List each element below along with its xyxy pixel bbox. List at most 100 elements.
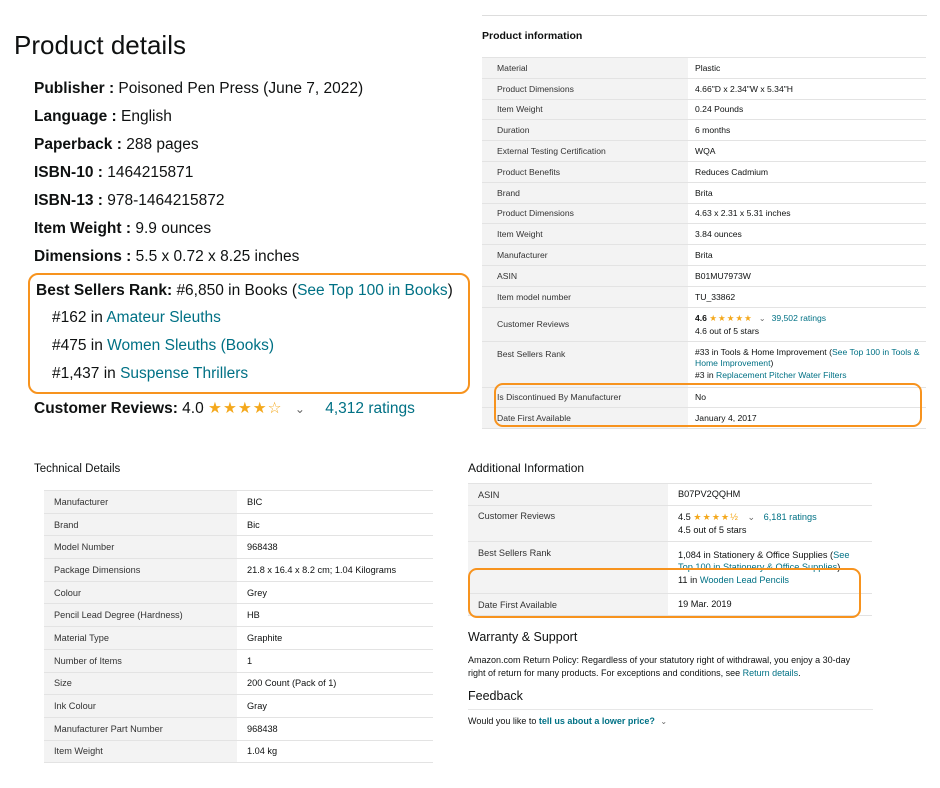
table-row: Item Weight 1.04 kg <box>44 739 433 764</box>
customer-reviews-value: 4.5 ★★★★½ ⌄ 6,181 ratings 4.5 out of 5 s… <box>668 505 872 542</box>
row-label: Size <box>44 671 237 695</box>
row-label: Product Dimensions <box>482 202 688 224</box>
category-link[interactable]: Suspense Thrillers <box>120 365 248 382</box>
customer-reviews-value: 4.6 ★★★★★ ⌄ 39,502 ratings 4.6 out of 5 sta… <box>688 306 926 342</box>
detail-value: 288 pages <box>126 136 199 153</box>
row-value: Graphite <box>237 626 433 650</box>
detail-label: Language <box>34 108 108 125</box>
chevron-down-icon[interactable]: ⌄ <box>759 314 766 323</box>
feedback-heading: Feedback <box>468 689 873 710</box>
row-label: Number of Items <box>44 648 237 672</box>
category-link[interactable]: Replacement Pitcher Water Filters <box>716 370 847 380</box>
out-of-stars: 4.6 out of 5 stars <box>695 325 760 336</box>
row-value: 19 Mar. 2019 <box>668 593 872 616</box>
table-row: Product Benefits Reduces Cadmium <box>482 160 926 183</box>
chevron-down-icon[interactable]: ⌄ <box>660 717 667 726</box>
chevron-down-icon[interactable]: ⌄ <box>295 402 305 416</box>
additional-information-panel: Additional Information ASIN B07PV2QQHM C… <box>468 461 873 726</box>
table-row: Manufacturer BIC <box>44 490 433 514</box>
detail-row: Dimensions : 5.5 x 0.72 x 8.25 inches <box>34 248 300 265</box>
star-rating-icon[interactable]: ★★★★½ <box>693 512 739 522</box>
see-top-100-books-link[interactable]: See Top 100 in Books <box>297 282 448 299</box>
return-policy-text: Amazon.com Return Policy: Regardless of … <box>468 655 851 678</box>
sub-rank: #162 in <box>52 309 103 326</box>
ratings-count-link[interactable]: 39,502 ratings <box>772 313 826 323</box>
table-row: Package Dimensions 21.8 x 16.4 x 8.2 cm; … <box>44 558 433 582</box>
row-value: Reduces Cadmium <box>688 160 926 183</box>
row-value: Plastic <box>688 57 926 79</box>
row-value: B07PV2QQHM <box>668 483 872 506</box>
row-label: Manufacturer Part Number <box>44 716 237 741</box>
category-link[interactable]: Women Sleuths (Books) <box>107 337 274 354</box>
detail-label: Publisher <box>34 80 105 97</box>
table-row: Material Type Graphite <box>44 626 433 650</box>
table-row: Date First Available January 4, 2017 <box>482 407 926 430</box>
row-label: Package Dimensions <box>44 558 237 582</box>
divider <box>482 15 927 16</box>
sub-rank-row: #475 in Women Sleuths (Books) <box>36 332 468 360</box>
row-label: Best Sellers Rank <box>468 541 668 594</box>
detail-row: ISBN-13 : 978-1464215872 <box>34 192 225 209</box>
row-label: Colour <box>44 580 237 604</box>
additional-information-title: Additional Information <box>468 461 585 475</box>
row-label: Item Weight <box>482 223 688 245</box>
sub-rank: #1,437 in <box>52 365 116 382</box>
row-value: 4.66"D x 2.34"W x 5.34"H <box>688 77 926 100</box>
detail-label: Paperback <box>34 136 113 153</box>
row-value: Brita <box>688 181 926 204</box>
row-label: ASIN <box>482 264 688 287</box>
row-value: BIC <box>237 490 433 514</box>
row-value: HB <box>237 603 433 627</box>
table-row: Item Weight 0.24 Pounds <box>482 98 926 120</box>
detail-row: ISBN-10 : 1464215871 <box>34 164 194 181</box>
sub-rank: #475 in <box>52 337 103 354</box>
row-value: 21.8 x 16.4 x 8.2 cm; 1.04 Kilograms <box>237 558 433 582</box>
ratings-count-link[interactable]: 6,181 ratings <box>764 512 817 522</box>
product-information-title: Product information <box>482 30 583 42</box>
row-label: External Testing Certification <box>482 140 688 162</box>
out-of-stars: 4.5 out of 5 stars <box>678 524 747 535</box>
row-label: Customer Reviews <box>468 505 668 542</box>
warranty-support-heading: Warranty & Support <box>468 630 578 644</box>
table-row: Manufacturer Brita <box>482 244 926 266</box>
detail-value: 5.5 x 0.72 x 8.25 inches <box>135 248 300 265</box>
row-value: 0.24 Pounds <box>688 98 926 120</box>
row-value: WQA <box>688 140 926 162</box>
best-sellers-rank-value: #33 in Tools & Home Improvement (See Top… <box>688 340 926 388</box>
star-rating-icon[interactable]: ★★★★☆ <box>208 400 282 417</box>
row-value: January 4, 2017 <box>688 407 926 430</box>
detail-value: English <box>120 108 172 125</box>
detail-value: 9.9 ounces <box>135 220 212 237</box>
row-value: Gray <box>237 694 433 718</box>
row-label: Material <box>482 57 688 79</box>
row-label: Item Weight <box>44 739 237 764</box>
category-link[interactable]: Amateur Sleuths <box>106 309 221 326</box>
table-row: Date First Available 19 Mar. 2019 <box>468 593 872 616</box>
lower-price-link[interactable]: tell us about a lower price? <box>539 716 655 726</box>
best-sellers-rank-label: Best Sellers Rank: <box>36 282 173 299</box>
row-value: 1 <box>237 648 433 672</box>
row-value: Bic <box>237 512 433 536</box>
return-details-link[interactable]: Return details <box>743 668 799 678</box>
product-details-panel: Product details Publisher : Poisoned Pen… <box>14 30 470 421</box>
table-row: Pencil Lead Degree (Hardness) HB <box>44 603 433 627</box>
category-link[interactable]: Wooden Lead Pencils <box>700 575 789 585</box>
ratings-count-link[interactable]: 4,312 ratings <box>325 400 415 417</box>
row-label: Brand <box>482 181 688 204</box>
detail-row: Paperback : 288 pages <box>34 136 199 153</box>
row-value: 6 months <box>688 119 926 141</box>
row-label: Brand <box>44 512 237 536</box>
star-rating-icon[interactable]: ★★★★★ <box>709 313 753 323</box>
row-label: Manufacturer <box>482 244 688 266</box>
row-label: Product Benefits <box>482 160 688 183</box>
row-label: Item Weight <box>482 98 688 120</box>
chevron-down-icon[interactable]: ⌄ <box>748 512 756 522</box>
detail-label: Dimensions <box>34 248 122 265</box>
best-sellers-rank-value: 1,084 in Stationery & Office Supplies (S… <box>668 541 872 594</box>
review-score: 4.6 <box>695 312 707 323</box>
row-label: Pencil Lead Degree (Hardness) <box>44 603 237 627</box>
table-row: External Testing Certification WQA <box>482 140 926 162</box>
table-row: Brand Brita <box>482 181 926 204</box>
table-row: ASIN B07PV2QQHM <box>468 483 872 506</box>
customer-reviews-row: Customer Reviews: 4.0 ★★★★☆ ⌄ 4,312 rati… <box>14 397 464 421</box>
